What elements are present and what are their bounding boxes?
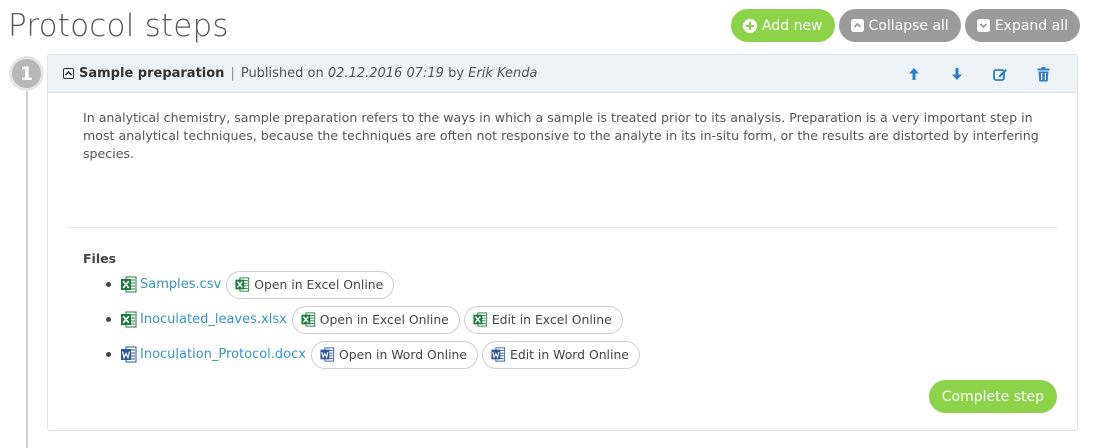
top-actions: Add new Collapse all Expand all (731, 9, 1080, 42)
open-in-word-online-button[interactable]: Open in Word Online (310, 340, 478, 369)
plus-circle-icon (743, 18, 758, 33)
step-number-badge: 1 (9, 56, 44, 91)
step-actions (902, 64, 1055, 84)
excel-file-icon (121, 276, 137, 293)
word-file-icon (121, 346, 137, 363)
add-new-button[interactable]: Add new (731, 9, 835, 42)
by-text: by (448, 66, 465, 81)
move-up-button[interactable] (902, 64, 926, 84)
excel-icon (301, 312, 315, 327)
arrow-up-icon (909, 68, 919, 80)
button-label: Open in Excel Online (319, 312, 449, 327)
file-link-samples[interactable]: Samples.csv (140, 277, 221, 292)
file-row: Inoculated_leaves.xlsx Open in Excel Onl… (106, 302, 644, 337)
move-down-button[interactable] (945, 64, 969, 84)
expand-square-icon (976, 19, 990, 32)
word-icon (320, 347, 335, 362)
edit-in-excel-online-button[interactable]: Edit in Excel Online (463, 305, 623, 334)
arrow-down-icon (952, 68, 962, 80)
expand-all-label: Expand all (994, 17, 1068, 34)
file-row: Inoculation_Protocol.docx Open in Word O… (106, 337, 644, 372)
step-card: Sample preparation | Published on 02.12.… (47, 54, 1078, 431)
open-in-excel-online-button[interactable]: Open in Excel Online (291, 305, 460, 334)
step-name[interactable]: Sample preparation (79, 66, 224, 81)
button-label: Open in Excel Online (254, 277, 384, 292)
add-new-label: Add new (762, 17, 823, 34)
published-date: 02.12.2016 07:19 (327, 66, 444, 81)
excel-file-icon (121, 311, 137, 328)
file-link-inoculation-protocol[interactable]: Inoculation_Protocol.docx (140, 347, 306, 362)
collapse-square-icon (850, 19, 864, 32)
edit-step-button[interactable] (988, 64, 1012, 84)
edit-icon (992, 68, 1007, 81)
collapse-all-button[interactable]: Collapse all (838, 9, 961, 42)
step-description: In analytical chemistry, sample preparat… (83, 110, 1039, 161)
open-in-excel-online-button[interactable]: Open in Excel Online (226, 270, 395, 299)
file-row: Samples.csv Open in Excel Online (106, 267, 644, 302)
collapse-step-icon[interactable] (63, 68, 74, 79)
excel-icon (235, 277, 250, 292)
button-label: Open in Word Online (338, 347, 467, 362)
header-separator: | (230, 66, 235, 81)
bullet (106, 352, 111, 357)
published-prefix: Published on (240, 66, 324, 81)
file-list: Samples.csv Open in Excel Online Inocula… (106, 267, 644, 372)
step-header: Sample preparation | Published on 02.12.… (48, 55, 1077, 93)
content-divider (68, 227, 1058, 228)
page-title: Protocol steps (8, 8, 229, 44)
delete-step-button[interactable] (1031, 64, 1055, 84)
word-icon (491, 347, 506, 362)
timeline-line (26, 70, 28, 448)
complete-step-button[interactable]: Complete step (928, 380, 1057, 413)
author-name: Erik Kenda (468, 66, 538, 81)
button-label: Edit in Excel Online (491, 312, 612, 327)
file-link-inoculated-leaves[interactable]: Inoculated_leaves.xlsx (140, 312, 287, 327)
trash-icon (1037, 66, 1049, 81)
excel-icon (473, 312, 487, 327)
bullet (106, 282, 111, 287)
collapse-all-label: Collapse all (868, 17, 949, 34)
edit-in-word-online-button[interactable]: Edit in Word Online (482, 340, 640, 369)
files-title: Files (83, 251, 117, 266)
bullet (106, 317, 111, 322)
expand-all-button[interactable]: Expand all (964, 9, 1080, 42)
button-label: Edit in Word Online (510, 347, 629, 362)
